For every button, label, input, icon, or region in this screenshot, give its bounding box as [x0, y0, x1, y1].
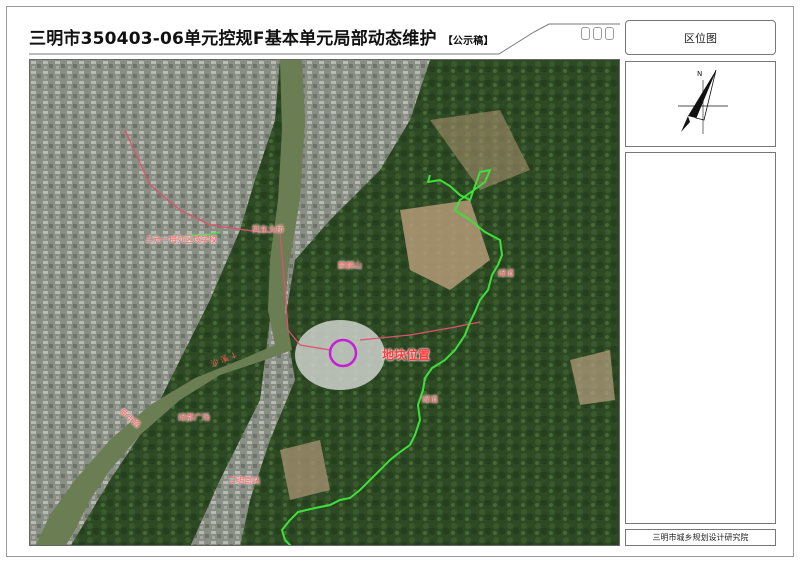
north-arrow-icon: N [678, 69, 728, 134]
map-imagery [30, 60, 619, 545]
deco-pill-3 [605, 27, 614, 40]
label-trail-lower: 绿道 [422, 395, 438, 404]
title-bar: 三明市350403-06单元控规F基本单元局部动态维护 【公示稿】 [29, 20, 620, 56]
label-bridge: 列东大桥 [252, 225, 284, 234]
label-hill: 麒麟山 [338, 261, 362, 270]
location-map-label: 区位图 [684, 31, 717, 45]
label-plot: 地块位置 [382, 348, 431, 362]
institute-box: 三明市城乡规划设计研究院 [625, 529, 776, 546]
label-trail-upper: 绿道 [498, 269, 514, 278]
title-underline [29, 23, 620, 55]
label-north-school: 三元一梅列区域学校 [145, 235, 217, 244]
satellite-map[interactable]: 三元一梅列区域学校 列东大桥 麒麟山 沙 溪 ↓ 地块位置 绿道 绿道 新市路 … [29, 59, 620, 546]
site-surrounding [295, 320, 385, 390]
deco-pill-2 [593, 27, 602, 40]
north-label: N [697, 70, 702, 78]
label-station: 三明南站 [228, 476, 260, 485]
title-decoration [581, 27, 614, 40]
deco-pill-1 [581, 27, 590, 40]
compass-panel: N [625, 61, 776, 147]
institute-name: 三明市城乡规划设计研究院 [652, 533, 749, 542]
label-square: 绿都广场 [178, 413, 210, 422]
location-map-area [625, 152, 776, 524]
location-map-header: 区位图 [625, 20, 776, 55]
